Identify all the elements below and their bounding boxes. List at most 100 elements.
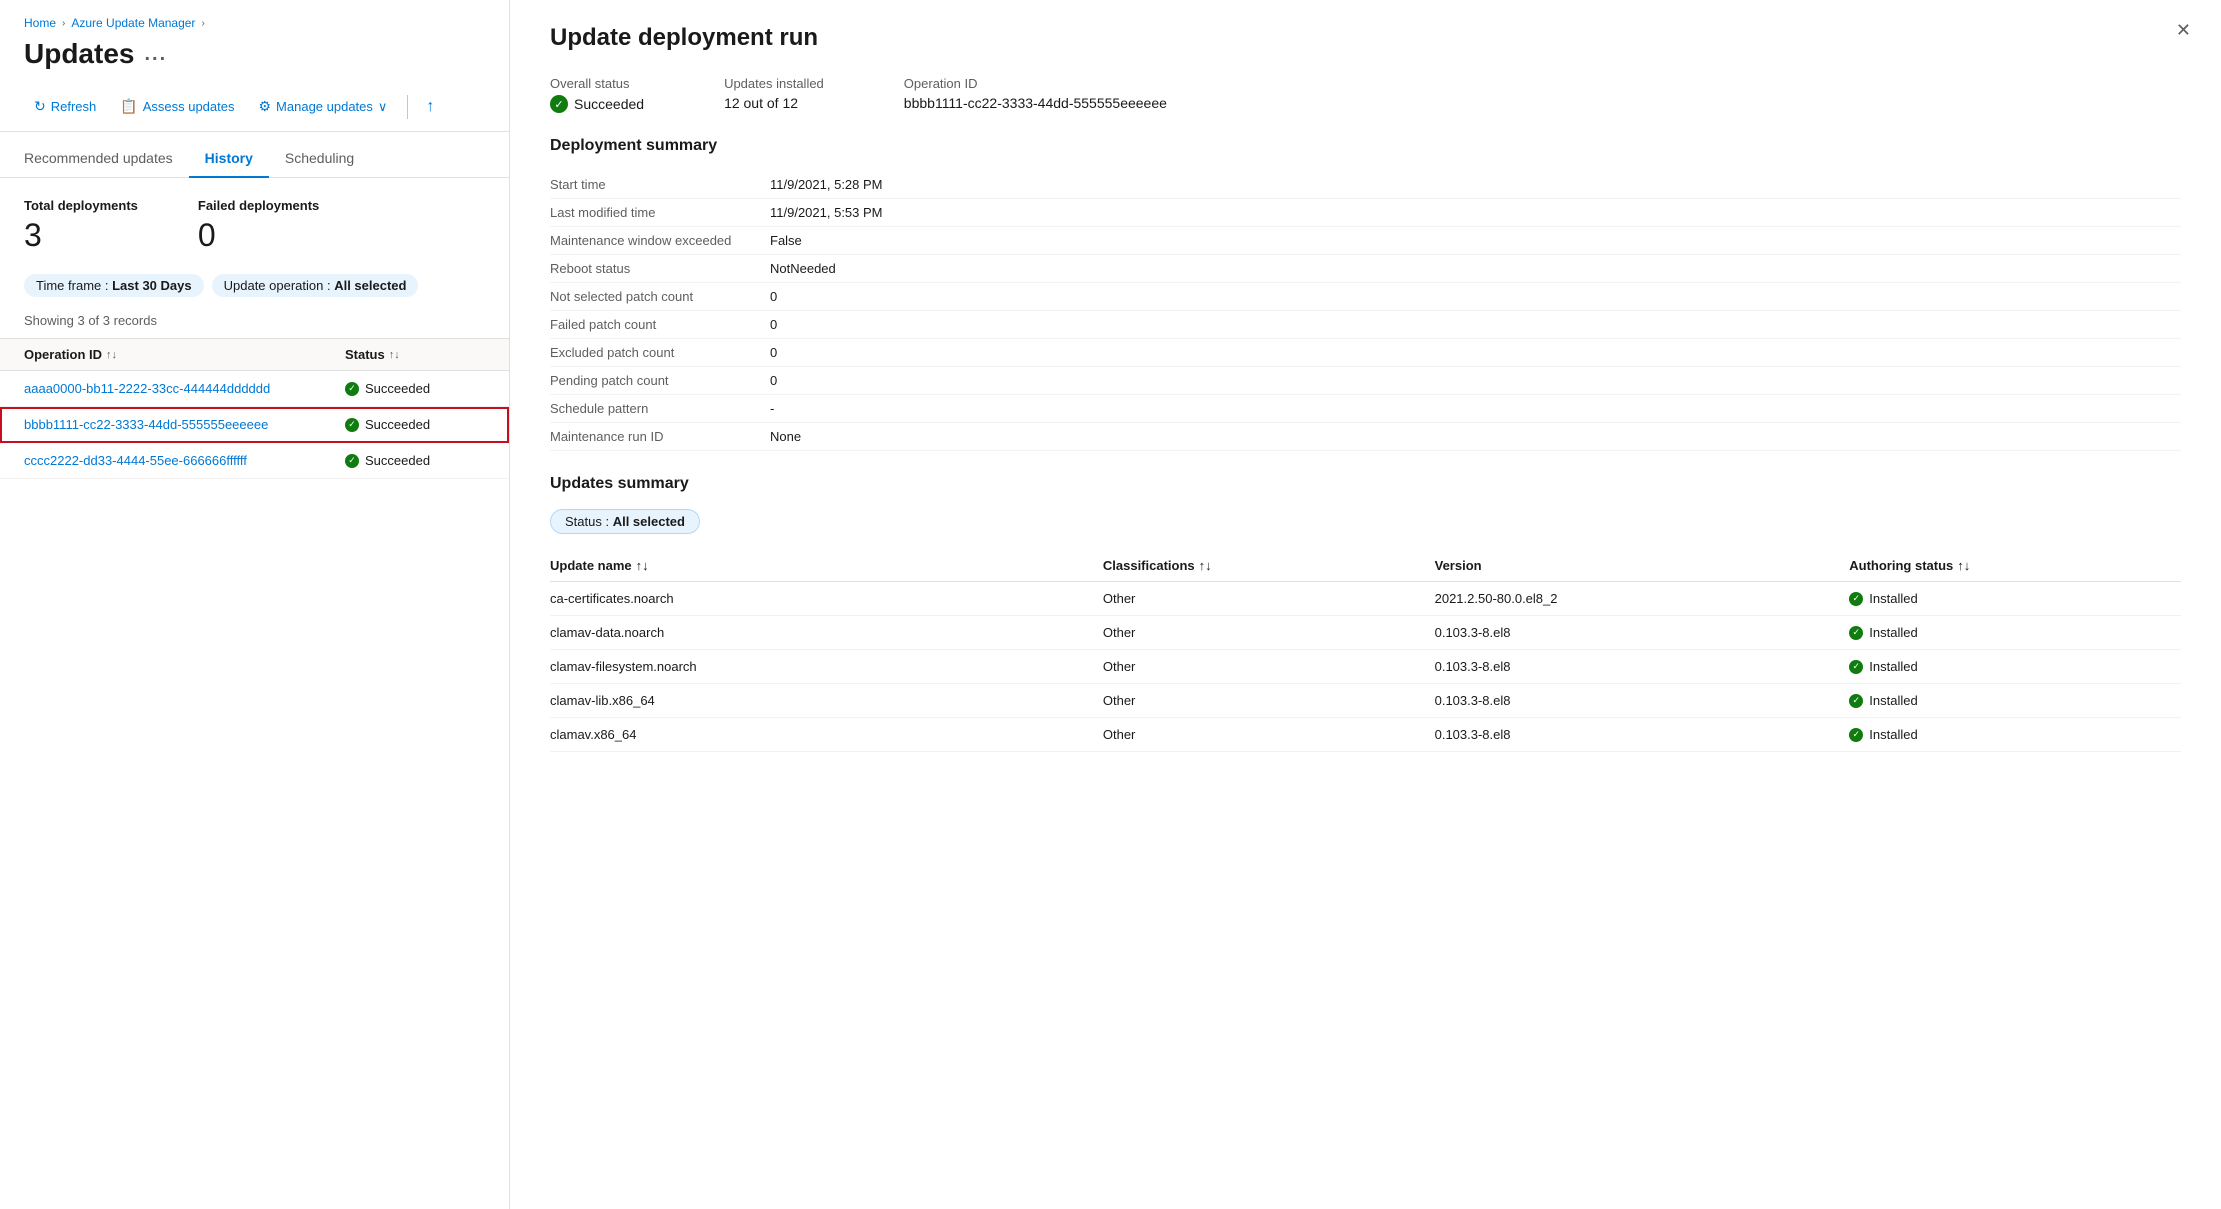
- updates-table-header: Update name ↑↓ Classifications ↑↓ Versio…: [550, 550, 2181, 582]
- page-title: Updates: [24, 38, 134, 70]
- summary-row: Failed patch count 0: [550, 311, 2181, 339]
- summary-label-0: Start time: [550, 177, 770, 192]
- breadcrumb-azure-update-manager[interactable]: Azure Update Manager: [71, 16, 195, 30]
- table-header: Operation ID ↑↓ Status ↑↓: [0, 338, 509, 371]
- status-dot-0: ✓: [345, 382, 359, 396]
- col-op-id-label: Operation ID: [24, 347, 102, 362]
- page-title-menu[interactable]: ...: [144, 43, 167, 66]
- operation-id-value: bbbb1111-cc22-3333-44dd-555555eeeeee: [904, 95, 1167, 111]
- updates-filter-label: Status :: [565, 514, 609, 529]
- update-auth-1: ✓ Installed: [1849, 625, 2181, 640]
- updates-summary-title: Updates summary: [550, 475, 2181, 493]
- table-row[interactable]: bbbb1111-cc22-3333-44dd-555555eeeeee ✓ S…: [0, 407, 509, 443]
- time-frame-value: Last 30 Days: [112, 278, 192, 293]
- summary-label-6: Excluded patch count: [550, 345, 770, 360]
- summary-label-3: Reboot status: [550, 261, 770, 276]
- time-frame-chip[interactable]: Time frame : Last 30 Days: [24, 274, 204, 297]
- list-item: clamav-data.noarch Other 0.103.3-8.el8 ✓…: [550, 616, 2181, 650]
- assess-label: Assess updates: [143, 99, 235, 114]
- update-class-3: Other: [1103, 693, 1435, 708]
- summary-rows: Start time 11/9/2021, 5:28 PM Last modif…: [550, 171, 2181, 451]
- ucol-auth-header: Authoring status ↑↓: [1849, 558, 2181, 573]
- updates-status-chip[interactable]: Status : All selected: [550, 509, 700, 534]
- page-title-row: Updates ...: [0, 34, 509, 82]
- update-auth-3: ✓ Installed: [1849, 693, 2181, 708]
- status-dot-1: ✓: [345, 418, 359, 432]
- updates-installed-col: Updates installed 12 out of 12: [724, 76, 824, 113]
- close-button[interactable]: ✕: [2176, 20, 2191, 41]
- ucol-name-header: Update name ↑↓: [550, 558, 1103, 573]
- summary-label-7: Pending patch count: [550, 373, 770, 388]
- tab-recommended-updates[interactable]: Recommended updates: [24, 140, 189, 178]
- table-row[interactable]: cccc2222-dd33-4444-55ee-666666ffffff ✓ S…: [0, 443, 509, 479]
- sort-auth-icon[interactable]: ↑↓: [1957, 558, 1970, 573]
- summary-label-4: Not selected patch count: [550, 289, 770, 304]
- updates-filter-value: All selected: [613, 514, 685, 529]
- deployment-summary-title: Deployment summary: [550, 137, 2181, 155]
- manage-updates-button[interactable]: ⚙ Manage updates ∨: [248, 92, 397, 121]
- refresh-icon: ↻: [34, 98, 46, 115]
- auth-dot-2: ✓: [1849, 660, 1863, 674]
- col-operation-id-header: Operation ID ↑↓: [24, 347, 345, 362]
- sort-op-id-icon[interactable]: ↑↓: [106, 349, 117, 361]
- auth-label-3: Installed: [1869, 693, 1917, 708]
- overall-status-label: Overall status: [550, 76, 644, 91]
- update-name-0: ca-certificates.noarch: [550, 591, 1103, 606]
- operation-value: All selected: [334, 278, 406, 293]
- updates-installed-label: Updates installed: [724, 76, 824, 91]
- failed-deployments-label: Failed deployments: [198, 198, 319, 213]
- update-ver-1: 0.103.3-8.el8: [1435, 625, 1850, 640]
- sort-class-icon[interactable]: ↑↓: [1199, 558, 1212, 573]
- toolbar: ↻ Refresh 📋 Assess updates ⚙ Manage upda…: [0, 82, 509, 132]
- summary-row: Not selected patch count 0: [550, 283, 2181, 311]
- status-label-2: Succeeded: [365, 453, 430, 468]
- ucol-ver-header: Version: [1435, 558, 1850, 573]
- total-deployments-label: Total deployments: [24, 198, 138, 213]
- col-auth-label: Authoring status: [1849, 558, 1953, 573]
- auth-label-0: Installed: [1869, 591, 1917, 606]
- failed-deployments-stat: Failed deployments 0: [198, 198, 319, 254]
- operation-id-label: Operation ID: [904, 76, 1167, 91]
- upload-button[interactable]: ↑: [418, 94, 442, 120]
- col-ver-label: Version: [1435, 558, 1482, 573]
- row-status-0: ✓ Succeeded: [345, 381, 485, 396]
- updates-summary: Updates summary Status : All selected Up…: [550, 475, 2181, 752]
- update-class-1: Other: [1103, 625, 1435, 640]
- col-class-label: Classifications: [1103, 558, 1195, 573]
- tab-history[interactable]: History: [189, 140, 269, 178]
- stats-section: Total deployments 3 Failed deployments 0: [0, 178, 509, 270]
- summary-row: Maintenance run ID None: [550, 423, 2181, 451]
- col-status-label: Status: [345, 347, 385, 362]
- table-row[interactable]: aaaa0000-bb11-2222-33cc-444444dddddd ✓ S…: [0, 371, 509, 407]
- summary-row: Last modified time 11/9/2021, 5:53 PM: [550, 199, 2181, 227]
- sort-name-icon[interactable]: ↑↓: [636, 558, 649, 573]
- summary-row: Pending patch count 0: [550, 367, 2181, 395]
- overall-status-value: ✓ Succeeded: [550, 95, 644, 113]
- overall-status-text: Succeeded: [574, 96, 644, 112]
- update-ver-2: 0.103.3-8.el8: [1435, 659, 1850, 674]
- update-name-4: clamav.x86_64: [550, 727, 1103, 742]
- overall-status-check-icon: ✓: [550, 95, 568, 113]
- summary-label-5: Failed patch count: [550, 317, 770, 332]
- auth-dot-3: ✓: [1849, 694, 1863, 708]
- update-name-1: clamav-data.noarch: [550, 625, 1103, 640]
- update-class-4: Other: [1103, 727, 1435, 742]
- tab-scheduling[interactable]: Scheduling: [269, 140, 370, 178]
- update-name-2: clamav-filesystem.noarch: [550, 659, 1103, 674]
- summary-value-1: 11/9/2021, 5:53 PM: [770, 205, 883, 220]
- breadcrumb-home[interactable]: Home: [24, 16, 56, 30]
- auth-label-2: Installed: [1869, 659, 1917, 674]
- manage-icon: ⚙: [258, 98, 271, 115]
- summary-row: Excluded patch count 0: [550, 339, 2181, 367]
- auth-dot-4: ✓: [1849, 728, 1863, 742]
- summary-row: Start time 11/9/2021, 5:28 PM: [550, 171, 2181, 199]
- assess-updates-button[interactable]: 📋 Assess updates: [110, 92, 244, 121]
- operation-filter-chip[interactable]: Update operation : All selected: [212, 274, 419, 297]
- sort-status-icon[interactable]: ↑↓: [389, 349, 400, 361]
- refresh-button[interactable]: ↻ Refresh: [24, 92, 106, 121]
- operation-label: Update operation :: [224, 278, 331, 293]
- auth-label-1: Installed: [1869, 625, 1917, 640]
- update-auth-2: ✓ Installed: [1849, 659, 2181, 674]
- summary-label-8: Schedule pattern: [550, 401, 770, 416]
- update-auth-0: ✓ Installed: [1849, 591, 2181, 606]
